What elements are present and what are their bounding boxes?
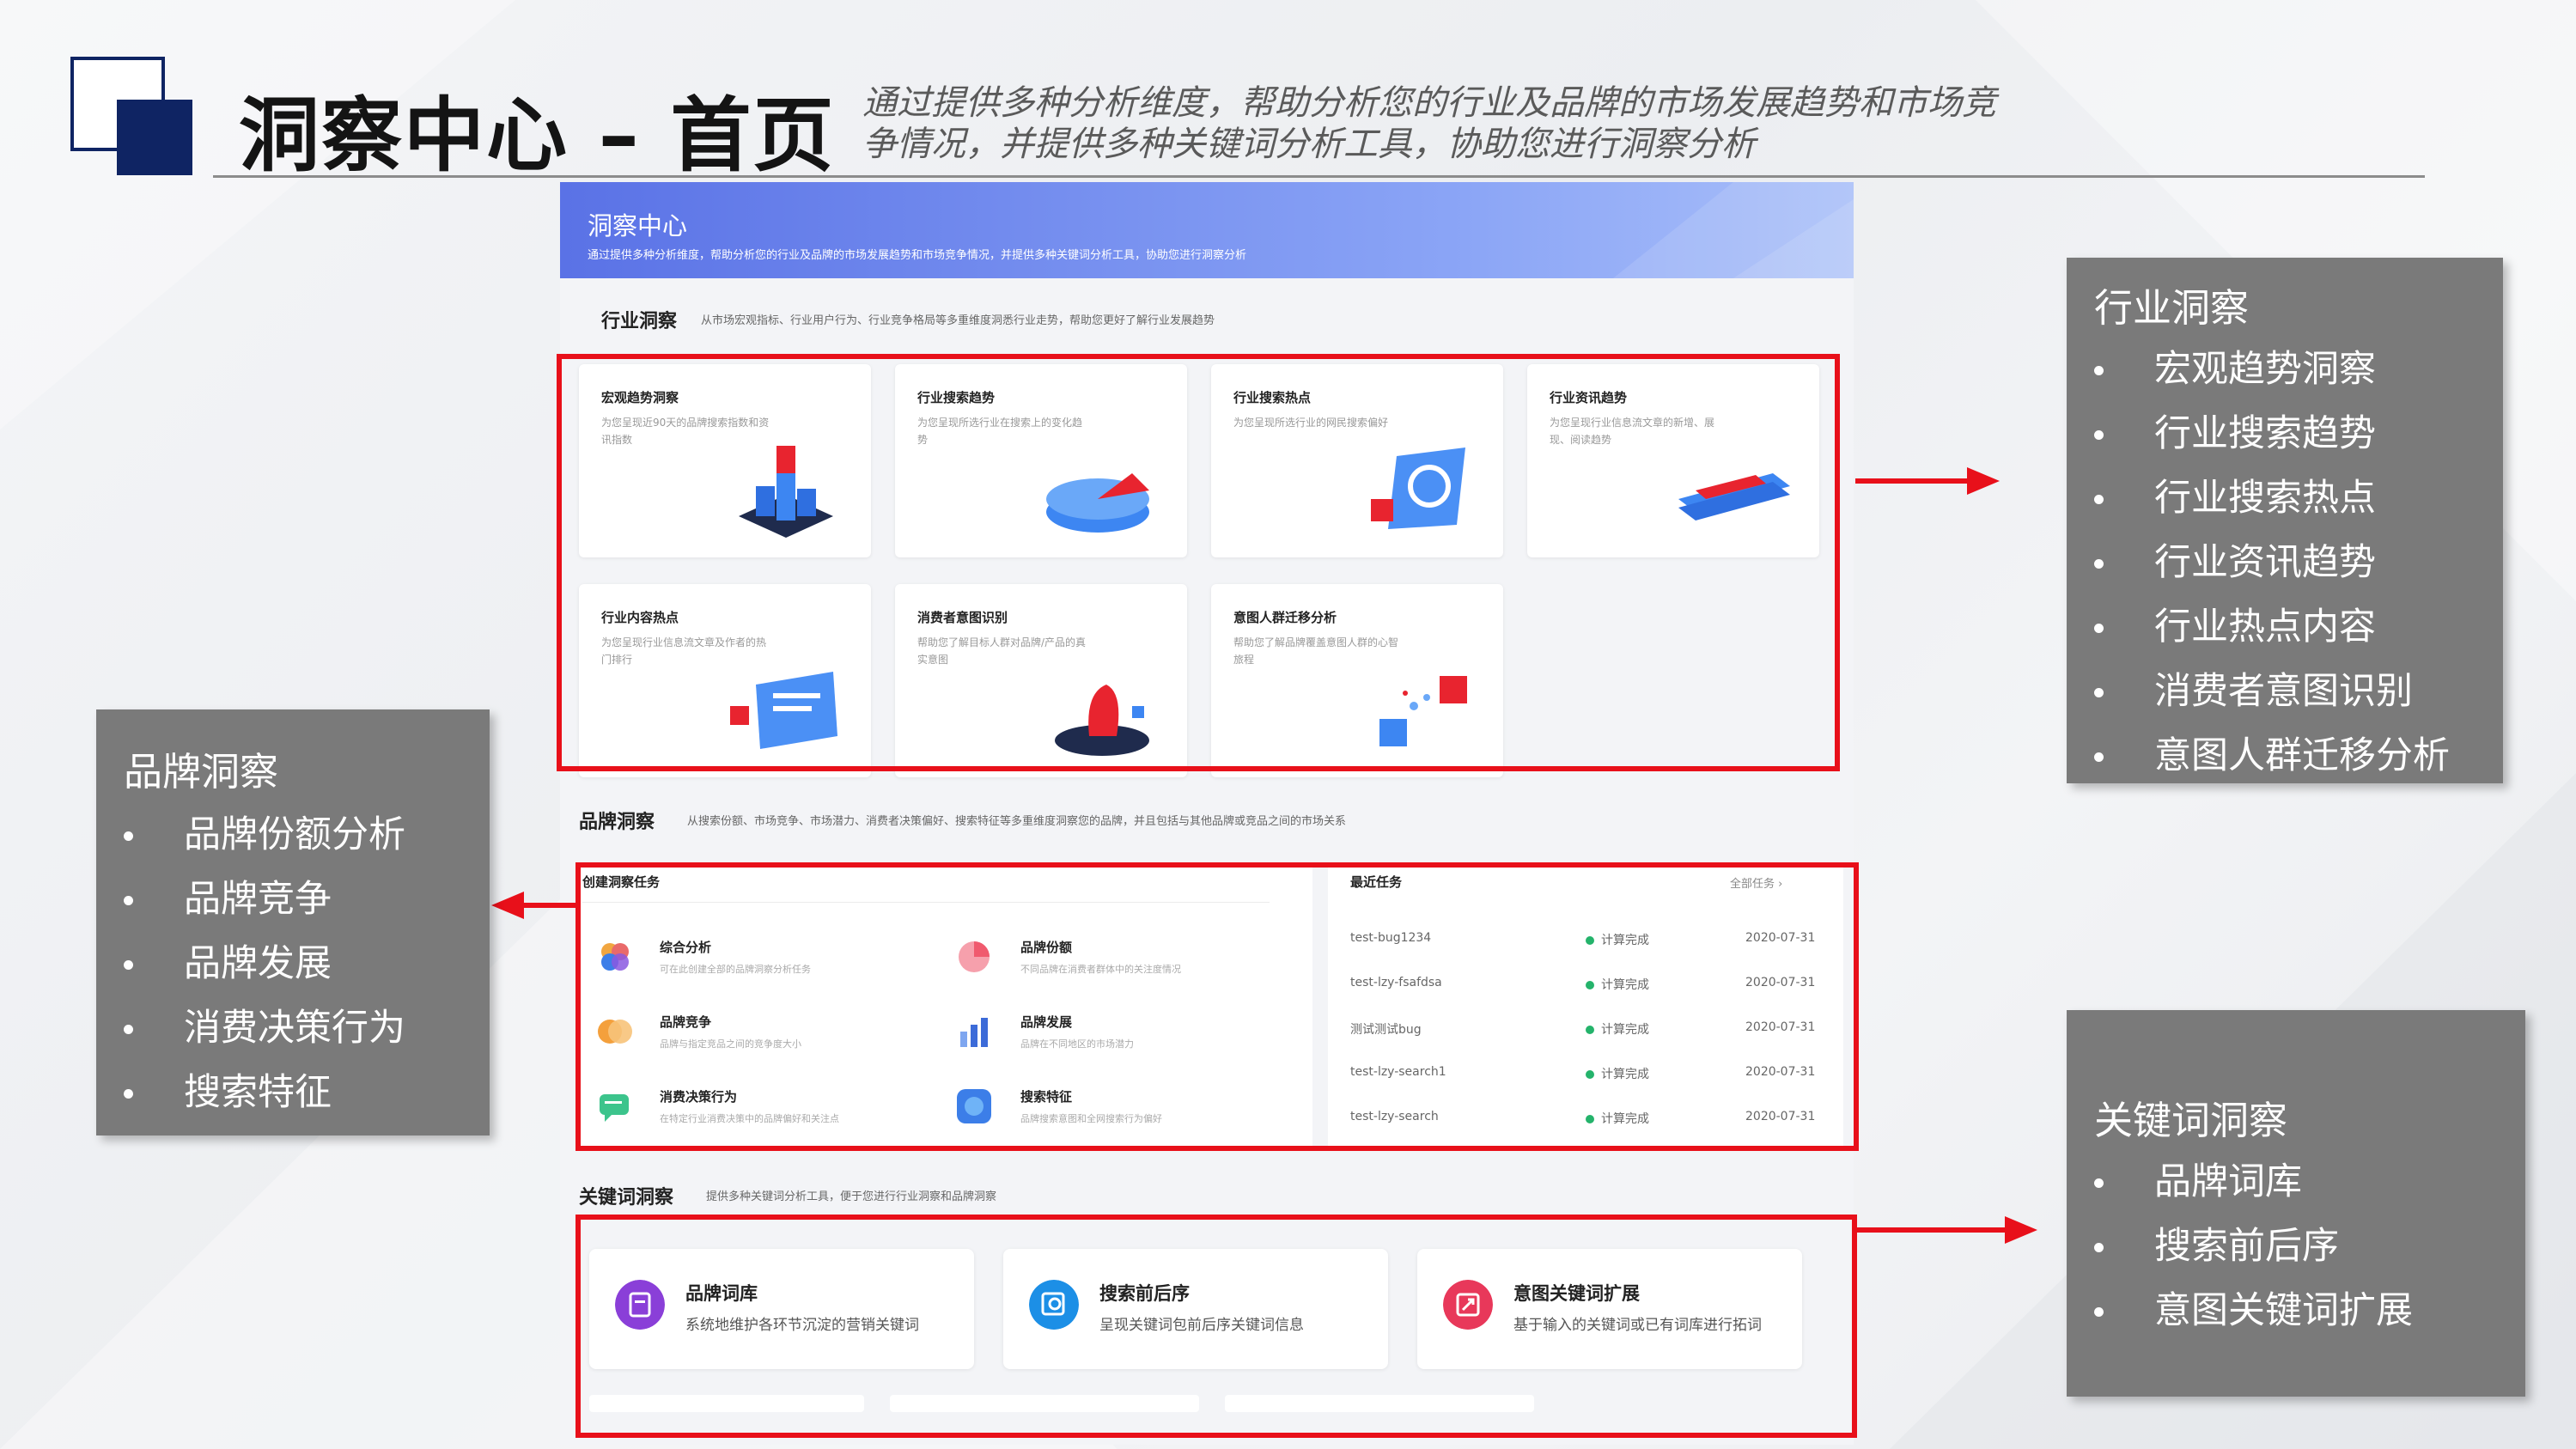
- callout-list: 宏观趋势洞察 行业搜索趋势 行业搜索热点 行业资讯趋势 行业热点内容 消费者意图…: [2094, 344, 2450, 795]
- callout-industry: 行业洞察 宏观趋势洞察 行业搜索趋势 行业搜索热点 行业资讯趋势 行业热点内容 …: [2067, 258, 2503, 783]
- brand-desc: 从搜索份额、市场竞争、市场潜力、消费者决策偏好、搜索特征等多重维度洞察您的品牌，…: [687, 815, 1347, 828]
- callout-item: 搜索特征: [124, 1067, 405, 1131]
- banner-desc: 通过提供多种分析维度，帮助分析您的行业及品牌的市场发展趋势和市场竞争情况，并提供…: [588, 249, 1247, 262]
- callout-list: 品牌词库 搜索前后序 意图关键词扩展: [2094, 1156, 2413, 1349]
- callout-keyword: 关键词洞察 品牌词库 搜索前后序 意图关键词扩展: [2067, 1010, 2525, 1397]
- arrow-industry-icon: [1855, 467, 2000, 495]
- callout-item: 搜索前后序: [2094, 1221, 2413, 1285]
- callout-item: 品牌词库: [2094, 1156, 2413, 1221]
- insight-banner: 洞察中心 通过提供多种分析维度，帮助分析您的行业及品牌的市场发展趋势和市场竞争情…: [560, 182, 1854, 278]
- callout-item: 行业搜索趋势: [2094, 408, 2450, 472]
- industry-heading: 行业洞察: [601, 311, 678, 332]
- brand-heading: 品牌洞察: [579, 812, 655, 833]
- callout-title: 品牌洞察: [124, 749, 279, 795]
- callout-title: 行业洞察: [2094, 285, 2250, 331]
- callout-item: 意图关键词扩展: [2094, 1285, 2413, 1349]
- callout-brand: 品牌洞察 品牌份额分析 品牌竞争 品牌发展 消费决策行为 搜索特征: [96, 709, 490, 1135]
- callout-item: 品牌份额分析: [124, 809, 405, 874]
- page-title: 洞察中心 – 首页: [239, 89, 836, 183]
- highlight-industry: [557, 354, 1840, 771]
- callout-item: 品牌竞争: [124, 874, 405, 938]
- title-divider: [213, 175, 2425, 178]
- banner-decoration: [1613, 182, 1854, 278]
- callout-item: 消费决策行为: [124, 1002, 405, 1067]
- highlight-brand: [575, 862, 1859, 1151]
- highlight-keyword: [575, 1215, 1857, 1438]
- industry-desc: 从市场宏观指标、行业用户行为、行业竞争格局等多重维度洞悉行业走势，帮助您更好了解…: [701, 314, 1215, 327]
- callout-item: 行业搜索热点: [2094, 472, 2450, 537]
- keyword-heading: 关键词洞察: [579, 1187, 674, 1209]
- callout-item: 意图人群迁移分析: [2094, 730, 2450, 795]
- callout-item: 行业资讯趋势: [2094, 537, 2450, 601]
- keyword-desc: 提供多种关键词分析工具，便于您进行行业洞察和品牌洞察: [706, 1190, 997, 1203]
- callout-item: 消费者意图识别: [2094, 666, 2450, 730]
- arrow-keyword-icon: [1857, 1216, 2037, 1244]
- callout-list: 品牌份额分析 品牌竞争 品牌发展 消费决策行为 搜索特征: [124, 809, 405, 1131]
- callout-title: 关键词洞察: [2094, 1098, 2288, 1143]
- callout-item: 品牌发展: [124, 938, 405, 1002]
- logo-square-fill: [117, 100, 192, 175]
- callout-item: 行业热点内容: [2094, 601, 2450, 666]
- page-subtitle: 通过提供多种分析维度，帮助分析您的行业及品牌的市场发展趋势和市场竞争情况，并提供…: [862, 83, 1996, 164]
- callout-item: 宏观趋势洞察: [2094, 344, 2450, 408]
- banner-title: 洞察中心: [588, 211, 688, 240]
